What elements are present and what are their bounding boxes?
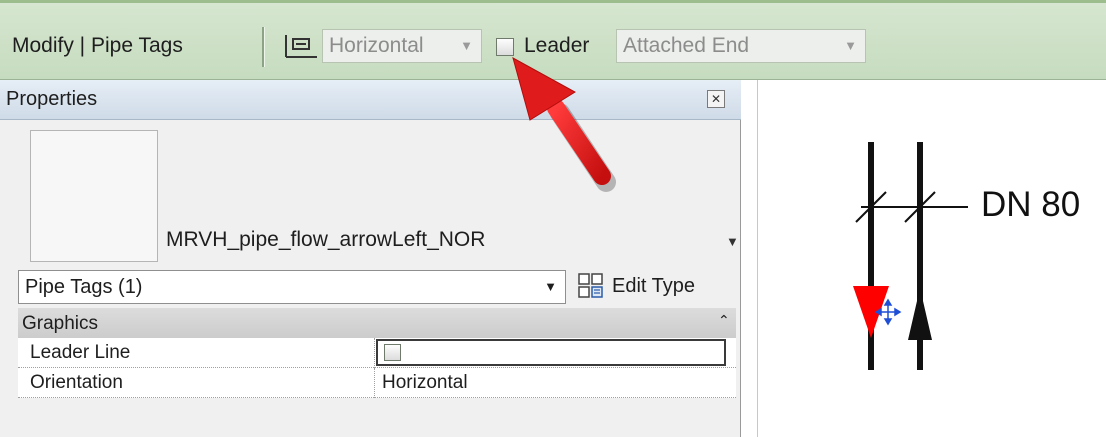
column-divider [374,368,375,398]
type-selector[interactable]: MRVH_pipe_flow_arrowLeft_NOR ▼ [18,124,739,266]
context-tab-label: Modify | Pipe Tags [12,34,183,57]
chevron-down-icon: ▼ [460,38,473,53]
edit-type-label: Edit Type [612,275,696,297]
close-icon[interactable]: ✕ [707,90,725,108]
chevron-down-icon[interactable]: ▼ [726,234,739,249]
property-grid: Graphics ⌃ Leader Line Orientation Horiz… [18,308,736,436]
orientation-dropdown[interactable]: Horizontal ▼ [322,29,482,63]
edit-type-icon [578,273,603,298]
flow-arrow [908,288,932,340]
leader-checkbox[interactable] [496,38,514,56]
chevron-down-icon: ▼ [544,279,557,294]
type-preview-image [30,130,158,262]
column-divider [374,338,375,368]
drawing-canvas[interactable]: DN 80 [757,80,1106,437]
leader-end-dropdown[interactable]: Attached End ▼ [616,29,866,63]
properties-title-bar[interactable]: Properties ✕ [0,80,741,120]
property-value-orientation[interactable]: Horizontal [382,372,468,394]
property-row-orientation: Orientation Horizontal [18,368,736,398]
pipe-size-tag[interactable]: DN 80 [981,185,1080,225]
chevron-down-icon: ▼ [844,38,857,53]
leader-end-dropdown-value: Attached End [623,34,750,57]
collapse-icon[interactable]: ⌃ [718,312,730,329]
orientation-dropdown-value: Horizontal [329,34,424,57]
property-name: Orientation [30,372,123,393]
tag-orientation-icon[interactable] [283,31,319,61]
leader-line-checkbox[interactable] [384,344,401,361]
pipe-drawing [853,142,968,370]
group-header-label: Graphics [22,313,99,334]
instance-filter-value: Pipe Tags (1) [25,276,143,298]
edit-type-button[interactable]: Edit Type [578,270,728,304]
instance-filter-dropdown[interactable]: Pipe Tags (1) ▼ [18,270,566,304]
toolbar-separator [262,27,265,67]
leader-checkbox-label: Leader [524,34,590,57]
group-header-graphics[interactable]: Graphics ⌃ [18,308,736,338]
properties-palette: Properties ✕ MRVH_pipe_flow_arrowLeft_NO… [0,80,741,437]
property-value-leader-line[interactable] [376,339,726,366]
properties-title: Properties [6,88,98,110]
property-row-leader-line: Leader Line [18,338,736,368]
property-name: Leader Line [30,342,131,363]
type-name: MRVH_pipe_flow_arrowLeft_NOR [166,228,486,251]
options-bar: Modify | Pipe Tags Horizontal ▼ Leader A… [0,0,1106,80]
